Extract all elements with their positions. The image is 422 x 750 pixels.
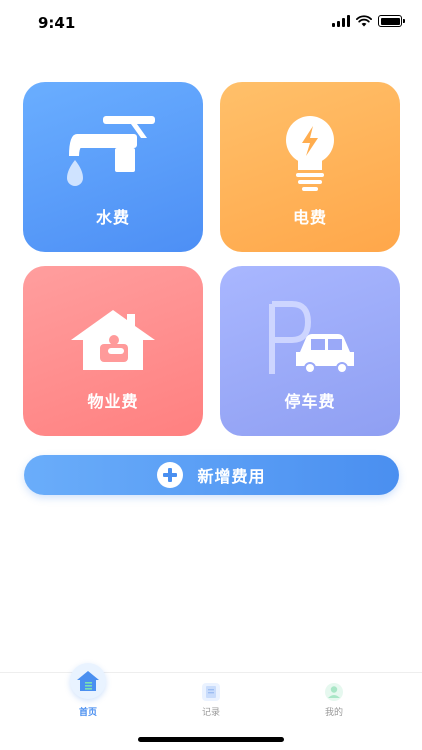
status-icons [332, 14, 405, 28]
property-fee-card[interactable]: 物业费 [23, 266, 203, 436]
water-fee-label: 水费 [95, 208, 130, 227]
tab-records-label: 记录 [201, 708, 220, 718]
electricity-fee-card[interactable]: 电费 [220, 82, 400, 252]
signal-icon [332, 15, 350, 27]
status-time: 9:41 [38, 14, 76, 32]
parking-fee-label: 停车费 [284, 392, 336, 411]
add-fee-button[interactable]: 新增费用 [24, 455, 399, 495]
house-icon [71, 310, 155, 370]
tab-home[interactable]: 首页 [18, 663, 158, 721]
add-fee-label: 新增费用 [197, 467, 266, 486]
plus-circle-icon [157, 462, 184, 488]
home-indicator [138, 737, 284, 742]
battery-icon [378, 15, 405, 27]
tab-home-label: 首页 [78, 708, 97, 718]
user-icon [325, 683, 343, 701]
tab-mine[interactable]: 我的 [264, 673, 404, 721]
water-fee-card[interactable]: 水费 [23, 82, 203, 252]
home-icon [70, 663, 106, 699]
faucet-icon [67, 116, 155, 186]
parking-car-icon [269, 301, 354, 374]
status-bar: 9:41 [0, 0, 422, 44]
tab-mine-label: 我的 [324, 708, 343, 718]
document-icon [202, 683, 220, 701]
wifi-icon [356, 15, 372, 27]
electricity-fee-label: 电费 [292, 208, 327, 227]
tab-records[interactable]: 记录 [141, 673, 281, 721]
parking-fee-card[interactable]: 停车费 [220, 266, 400, 436]
property-fee-label: 物业费 [87, 392, 139, 411]
lightbulb-icon [286, 116, 334, 191]
